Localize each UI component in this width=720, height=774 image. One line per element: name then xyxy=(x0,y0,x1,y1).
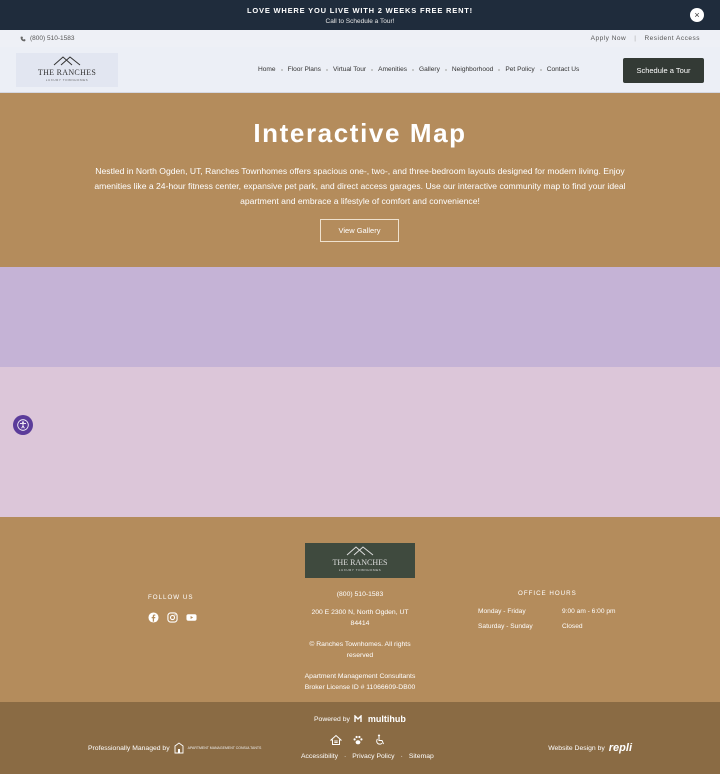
amc-logo-icon xyxy=(174,742,184,754)
nav-home[interactable]: Home xyxy=(258,66,276,73)
utility-phone-text: (800) 510-1583 xyxy=(30,35,75,42)
compliance-badges xyxy=(330,734,386,746)
roof-logo-icon xyxy=(346,546,374,556)
utility-bar: (800) 510-1583 Apply Now | Resident Acce… xyxy=(0,30,720,47)
footer-phone[interactable]: (800) 510-1583 xyxy=(298,589,422,600)
nav-divider xyxy=(539,68,542,71)
managed-by-brand: APARTMENT MANAGEMENT CONSULTANTS xyxy=(187,746,262,750)
footer-contact: (800) 510-1583 200 E 2300 N, North Ogden… xyxy=(298,589,422,693)
interactive-map[interactable] xyxy=(0,267,720,517)
hours-day: Monday - Friday xyxy=(478,608,526,615)
nav-divider xyxy=(280,68,283,71)
social-links xyxy=(148,612,197,623)
footer-logo-subtitle: LUXURY TOWNHOMES xyxy=(338,568,382,572)
schedule-tour-button[interactable]: Schedule a Tour xyxy=(623,58,704,83)
sitemap-link[interactable]: Sitemap xyxy=(409,753,434,760)
bottom-bar: Powered by multihub Professionally Manag… xyxy=(0,702,720,774)
nav-floor-plans[interactable]: Floor Plans xyxy=(288,66,321,73)
office-hours: Monday - Friday 9:00 am - 6:00 pm Saturd… xyxy=(478,604,616,634)
hours-day: Saturday - Sunday xyxy=(478,623,533,630)
site-logo[interactable]: THE RANCHES LUXURY TOWNHOMES xyxy=(16,53,118,87)
promo-subline: Call to Schedule a Tour! xyxy=(325,18,395,25)
footer-broker-license: Broker License ID # 11066609-DB00 xyxy=(304,684,416,691)
nav-divider xyxy=(371,68,374,71)
nav-virtual-tour[interactable]: Virtual Tour xyxy=(333,66,366,73)
promo-headline: LOVE WHERE YOU LIVE WITH 2 WEEKS FREE RE… xyxy=(247,6,473,15)
page-title: Interactive Map xyxy=(253,118,467,148)
design-by-label: Website Design by xyxy=(548,744,605,752)
link-separator: · xyxy=(344,753,347,760)
close-icon[interactable]: × xyxy=(690,8,704,22)
youtube-icon[interactable] xyxy=(186,612,197,623)
map-upper-region[interactable] xyxy=(0,267,720,367)
footer-logo-name: THE RANCHES xyxy=(332,558,388,567)
office-hours-heading: OFFICE HOURS xyxy=(518,590,577,597)
accessibility-link[interactable]: Accessibility xyxy=(301,753,338,760)
hours-row: Monday - Friday 9:00 am - 6:00 pm xyxy=(478,604,616,619)
logo-name: THE RANCHES xyxy=(37,68,97,77)
footer-logo[interactable]: THE RANCHES LUXURY TOWNHOMES xyxy=(305,543,415,578)
equal-housing-icon xyxy=(330,734,342,745)
footer-copyright: © Ranches Townhomes. All rights reserved xyxy=(309,641,411,659)
roof-logo-icon xyxy=(53,56,81,66)
powered-by[interactable]: Powered by multihub xyxy=(314,714,406,724)
link-separator: · xyxy=(400,753,403,760)
logo-subtitle: LUXURY TOWNHOMES xyxy=(45,78,89,82)
utility-phone[interactable]: (800) 510-1583 xyxy=(20,35,74,42)
accessibility-widget-button[interactable] xyxy=(13,415,33,435)
main-nav: Home Floor Plans Virtual Tour Amenities … xyxy=(258,66,579,73)
phone-icon xyxy=(20,36,26,41)
nav-divider xyxy=(498,68,501,71)
footer-address[interactable]: 200 E 2300 N, North Ogden, UT 84414 xyxy=(298,607,422,629)
map-lower-region[interactable] xyxy=(0,367,720,517)
privacy-policy-link[interactable]: Privacy Policy xyxy=(352,753,394,760)
nav-divider xyxy=(412,68,415,71)
utility-separator: | xyxy=(634,35,637,42)
nav-amenities[interactable]: Amenities xyxy=(378,66,407,73)
multihub-logo-icon xyxy=(354,715,362,722)
footer-manager: Apartment Management Consultants xyxy=(304,673,416,680)
apply-now-link[interactable]: Apply Now xyxy=(591,35,627,42)
hours-time: 9:00 am - 6:00 pm xyxy=(562,608,616,615)
resident-access-link[interactable]: Resident Access xyxy=(644,35,700,42)
footer-address-line2: 84414 xyxy=(350,620,370,627)
wheelchair-icon xyxy=(376,734,384,745)
powered-by-label: Powered by xyxy=(314,715,350,723)
hours-row: Saturday - Sunday Closed xyxy=(478,619,616,634)
managed-by[interactable]: Professionally Managed by APARTMENT MANA… xyxy=(88,742,261,754)
follow-us-heading: FOLLOW US xyxy=(148,594,194,601)
nav-divider xyxy=(325,68,328,71)
accessibility-icon xyxy=(17,419,29,431)
design-by-brand: repli xyxy=(608,742,632,754)
nav-divider xyxy=(444,68,447,71)
instagram-icon[interactable] xyxy=(167,612,178,623)
footer-links: Accessibility · Privacy Policy · Sitemap xyxy=(301,753,434,760)
footer-address-line1: 200 E 2300 N, North Ogden, UT xyxy=(311,609,409,616)
nav-gallery[interactable]: Gallery xyxy=(419,66,440,73)
promo-banner: LOVE WHERE YOU LIVE WITH 2 WEEKS FREE RE… xyxy=(0,0,720,30)
managed-by-label: Professionally Managed by xyxy=(88,744,170,752)
page-description: Nestled in North Ogden, UT, Ranches Town… xyxy=(94,166,626,206)
view-gallery-button[interactable]: View Gallery xyxy=(320,219,399,242)
site-header: THE RANCHES LUXURY TOWNHOMES Home Floor … xyxy=(0,47,720,93)
facebook-icon[interactable] xyxy=(148,612,159,623)
nav-neighborhood[interactable]: Neighborhood xyxy=(452,66,493,73)
website-design-by[interactable]: Website Design by repli xyxy=(548,742,632,754)
nav-contact-us[interactable]: Contact Us xyxy=(547,66,580,73)
powered-by-brand: multihub xyxy=(367,714,406,724)
nav-pet-policy[interactable]: Pet Policy xyxy=(505,66,534,73)
pet-friendly-icon xyxy=(353,735,363,745)
hours-time: Closed xyxy=(562,623,583,630)
